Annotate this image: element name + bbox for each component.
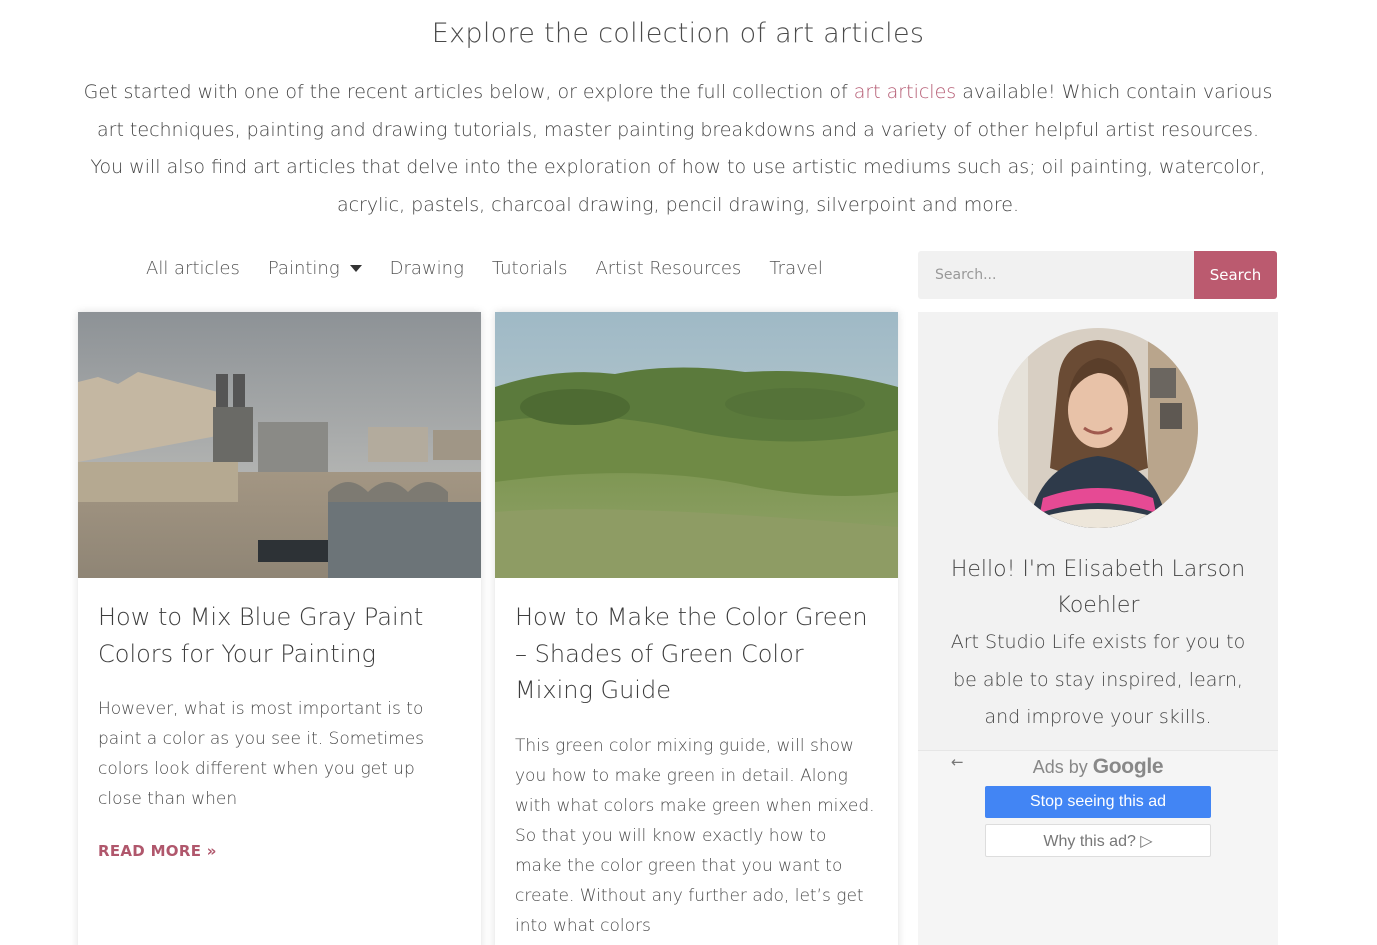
search-button[interactable]: Search — [1194, 251, 1277, 299]
nav-painting-label: Painting — [267, 258, 340, 279]
category-nav: All articles Painting Drawing Tutorials … — [146, 258, 823, 279]
page-title: Explore the collection of art articles — [431, 18, 925, 49]
nav-artist-resources[interactable]: Artist Resources — [595, 258, 741, 279]
author-sidebar: Hello! I'm Elisabeth Larson Koehler Art … — [918, 312, 1278, 945]
google-logo: Google — [1092, 755, 1164, 778]
stop-seeing-ad-button[interactable]: Stop seeing this ad — [985, 786, 1211, 818]
article-excerpt: This green color mixing guide, will show… — [515, 735, 875, 936]
ads-by-text: Ads by — [1032, 757, 1088, 777]
nav-drawing[interactable]: Drawing — [390, 258, 464, 279]
article-thumbnail-green-landscape[interactable] — [495, 312, 898, 578]
intro-paragraph: Get started with one of the recent artic… — [80, 74, 1276, 224]
nav-painting[interactable]: Painting — [268, 258, 362, 279]
article-card: How to Make the Color Green – Shades of … — [495, 312, 898, 945]
author-bio: Art Studio Life exists for you to be abl… — [950, 631, 1246, 728]
ads-by-google-label: Ads by Google — [918, 755, 1278, 779]
read-more-link[interactable]: READ MORE » — [98, 842, 461, 860]
nav-all-articles[interactable]: All articles — [146, 258, 240, 279]
search-input[interactable] — [918, 251, 1194, 299]
ad-feedback-panel: ← Ads by Google Stop seeing this ad Why … — [918, 750, 1278, 945]
intro-text-before: Get started with one of the recent artic… — [83, 81, 854, 103]
nav-travel[interactable]: Travel — [769, 258, 823, 279]
why-this-ad-button[interactable]: Why this ad? ▷ — [985, 824, 1211, 857]
article-card: How to Mix Blue Gray Paint Colors for Yo… — [78, 312, 481, 945]
art-articles-link[interactable]: art articles — [854, 81, 956, 103]
article-title[interactable]: How to Mix Blue Gray Paint Colors for Yo… — [78, 599, 481, 672]
author-greeting: Hello! I'm Elisabeth Larson Koehler — [950, 557, 1246, 618]
caret-down-icon — [349, 265, 362, 272]
article-title[interactable]: How to Make the Color Green – Shades of … — [495, 599, 898, 709]
article-excerpt: However, what is most important is to pa… — [98, 699, 425, 809]
author-avatar — [998, 328, 1198, 528]
nav-tutorials[interactable]: Tutorials — [492, 258, 568, 279]
article-thumbnail-paris[interactable] — [78, 312, 481, 578]
search-form: Search — [918, 251, 1277, 299]
